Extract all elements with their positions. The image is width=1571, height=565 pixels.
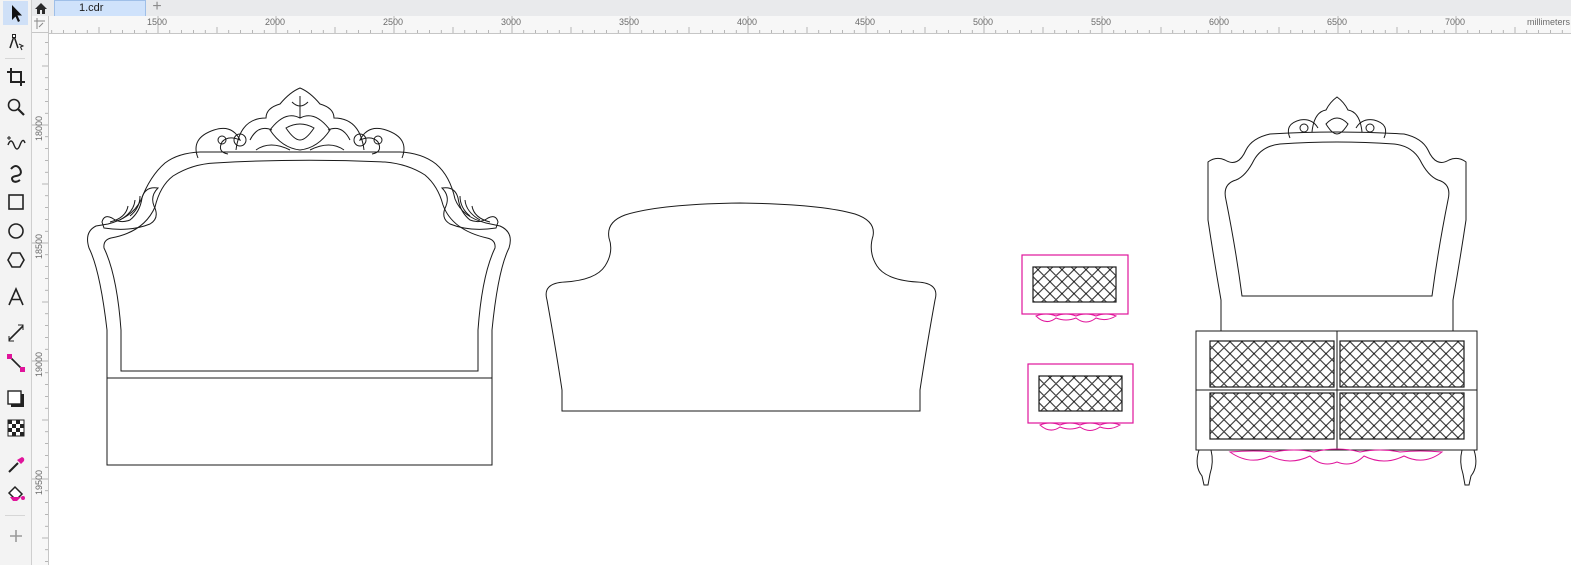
- polygon-tool[interactable]: [3, 248, 28, 272]
- drawer-carved-apron: [1039, 422, 1122, 431]
- right-side-ornament: [440, 187, 499, 230]
- document-tab-bar: 1.cdr +: [0, 0, 1571, 17]
- drop-shadow-tool[interactable]: [3, 387, 28, 411]
- nightstand-top-view-1[interactable]: [1021, 254, 1129, 323]
- plain-headboard-outline: [545, 202, 937, 412]
- mirror-glass: [1224, 141, 1450, 297]
- toolbox: [0, 0, 32, 565]
- text-icon: [7, 287, 24, 306]
- ruler-label: 6000: [1209, 17, 1230, 27]
- home-icon: [35, 2, 47, 14]
- plus-icon: [9, 530, 22, 542]
- dresser-lattice-panel-tr: [1339, 340, 1465, 388]
- arrow-pointer-icon: [11, 5, 22, 22]
- ruler-label: 19500: [34, 469, 44, 495]
- add-tool[interactable]: [3, 524, 28, 548]
- ruler-label: 6500: [1327, 17, 1348, 27]
- text-tool[interactable]: [3, 285, 28, 309]
- plain-headboard[interactable]: [545, 202, 937, 412]
- dresser-lattice-panel-tl: [1209, 340, 1335, 388]
- transparency-icon: [7, 419, 24, 437]
- drawer-lattice-panel: [1032, 266, 1117, 303]
- ruler-unit-label: millimeters: [1527, 17, 1571, 27]
- dresser-right-leg: [1460, 449, 1477, 486]
- ellipse-icon: [7, 223, 24, 239]
- node-edit-icon: [8, 33, 24, 51]
- zoom-tool[interactable]: [3, 95, 28, 119]
- ruler-origin-corner[interactable]: [32, 16, 49, 33]
- eyedropper-icon: [7, 457, 24, 473]
- ruler-label: 3000: [501, 17, 522, 27]
- ruler-label: 18500: [34, 233, 44, 259]
- dresser-carved-apron: [1228, 448, 1444, 465]
- eyedropper-tool[interactable]: [3, 453, 28, 477]
- dresser-lattice-panel-br: [1339, 392, 1465, 440]
- document-tab-label: 1.cdr: [79, 2, 104, 14]
- drawer-carved-apron: [1035, 313, 1118, 323]
- document-tab[interactable]: 1.cdr: [54, 0, 146, 16]
- headboard-inner-panel: [103, 159, 496, 372]
- headboard-lower-line: [107, 370, 492, 379]
- ruler-label: 7000: [1445, 17, 1466, 27]
- ruler-label: 2500: [383, 17, 404, 27]
- connector-icon: [6, 354, 25, 372]
- drawing-canvas[interactable]: [49, 34, 1571, 565]
- polygon-icon: [6, 252, 25, 268]
- freehand-tool[interactable]: [3, 131, 28, 155]
- ruler-label: 1500: [147, 17, 168, 27]
- drawer-lattice-panel: [1038, 375, 1123, 412]
- dresser-lattice-panel-bl: [1209, 392, 1335, 440]
- ruler-origin-icon: [34, 18, 45, 29]
- magnifier-icon: [7, 98, 25, 116]
- interactive-fill-tool[interactable]: [3, 482, 28, 506]
- dresser-left-leg: [1196, 449, 1213, 486]
- ruler-label: 5000: [973, 17, 994, 27]
- vertical-ruler[interactable]: 18000 18500 19000 19500: [32, 33, 49, 565]
- ornate-headboard[interactable]: [87, 87, 511, 466]
- freehand-icon: [6, 136, 26, 150]
- ruler-label: 2000: [265, 17, 286, 27]
- drop-shadow-icon: [6, 390, 24, 407]
- horizontal-ruler[interactable]: 1500 2000 2500 3000 3500 4000 4500 5000 …: [49, 16, 1571, 34]
- ruler-label: 18000: [34, 115, 44, 141]
- ruler-label: 3500: [619, 17, 640, 27]
- nightstand-top-view-2[interactable]: [1027, 363, 1134, 431]
- plus-icon: +: [152, 0, 162, 15]
- artistic-media-icon: [9, 165, 22, 183]
- new-document-tab-button[interactable]: +: [148, 0, 166, 16]
- dimension-icon: [7, 324, 24, 342]
- ruler-label: 19000: [34, 351, 44, 377]
- ruler-label: 4000: [737, 17, 758, 27]
- rectangle-tool[interactable]: [3, 190, 28, 214]
- ruler-label: 5500: [1091, 17, 1112, 27]
- mirror-frame-outline: [1207, 131, 1467, 331]
- rectangle-icon: [7, 194, 24, 210]
- dimension-tool[interactable]: [3, 321, 28, 345]
- transparency-tool[interactable]: [3, 416, 28, 440]
- home-button[interactable]: [32, 0, 50, 16]
- dresser-with-mirror[interactable]: [1195, 96, 1478, 486]
- crown-ornament: [195, 87, 405, 159]
- crop-tool[interactable]: [3, 65, 28, 89]
- ruler-label: 4500: [855, 17, 876, 27]
- connector-tool[interactable]: [3, 351, 28, 375]
- crop-icon: [6, 68, 25, 86]
- pick-tool[interactable]: [3, 1, 28, 25]
- fill-bucket-icon: [7, 485, 25, 502]
- artistic-media-tool[interactable]: [3, 161, 28, 185]
- shape-tool[interactable]: [3, 30, 28, 54]
- ellipse-tool[interactable]: [3, 219, 28, 243]
